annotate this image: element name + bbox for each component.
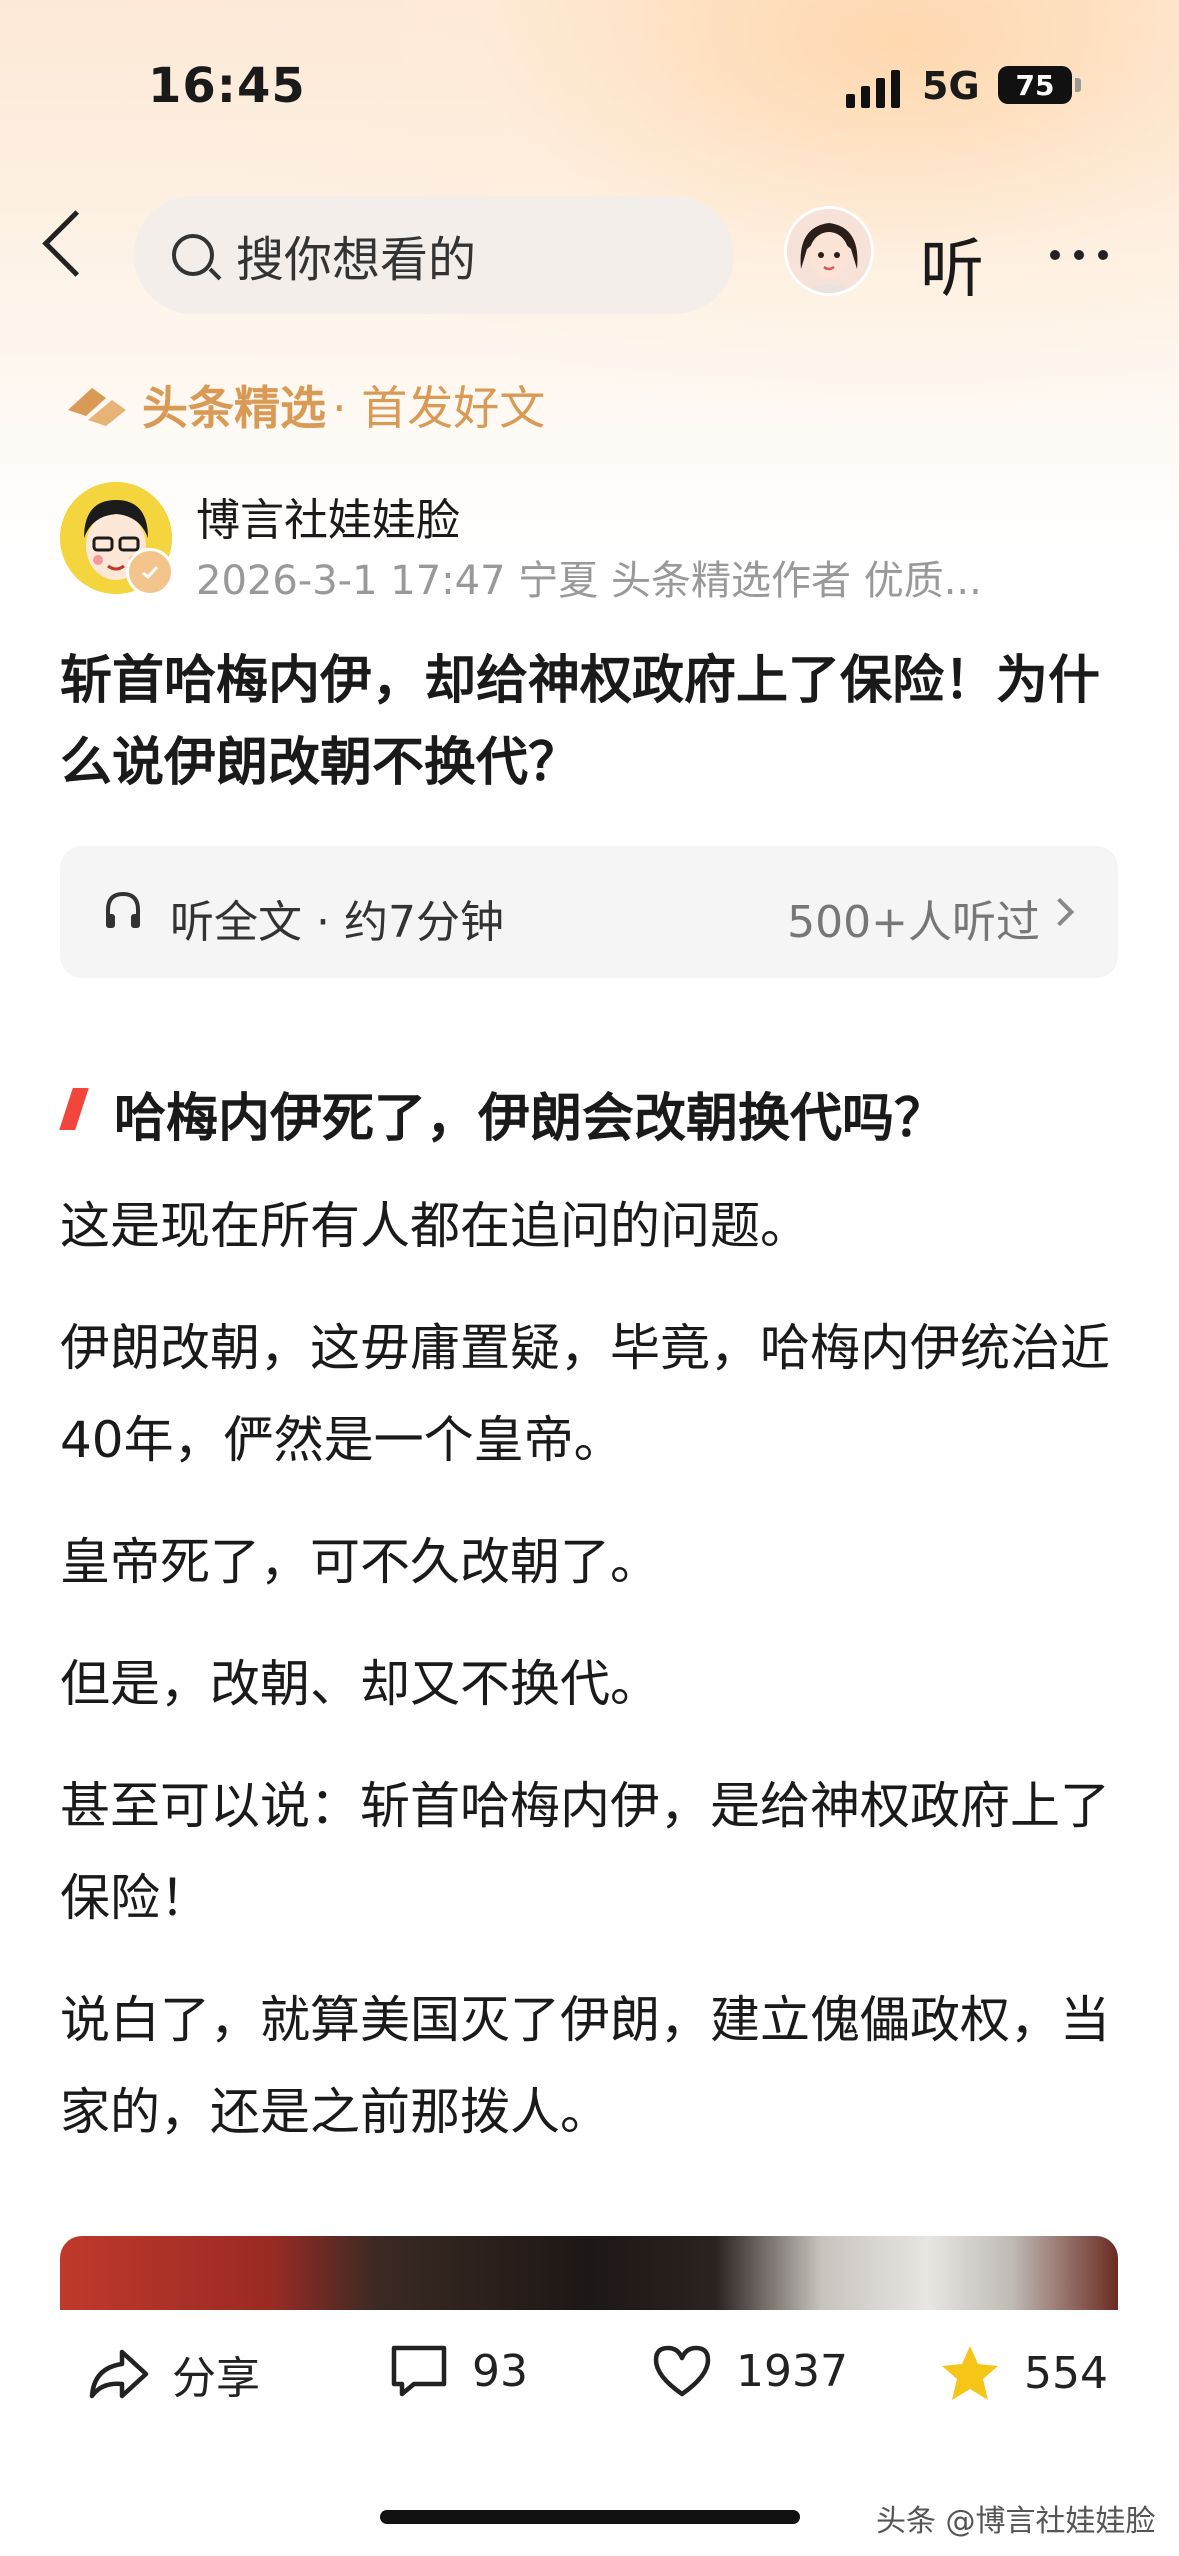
more-icon[interactable] <box>1050 250 1108 260</box>
search-icon <box>172 234 214 276</box>
brand-name: 头条精选 <box>142 381 326 435</box>
toutiao-select-logo-icon <box>68 388 126 426</box>
paragraph: 这是现在所有人都在追问的问题。 <box>60 1197 810 1255</box>
favorite-count: 554 <box>1024 2347 1108 2399</box>
battery-level: 75 <box>1015 68 1055 102</box>
paragraph: 但是，改朝、却又不换代。 <box>60 1655 660 1713</box>
search-placeholder: 搜你想看的 <box>236 232 477 288</box>
comment-button[interactable]: 93 <box>388 2342 528 2400</box>
share-icon <box>89 2349 149 2399</box>
listen-full-card[interactable]: 听全文 · 约7分钟 500+人听过 <box>60 846 1118 978</box>
like-count: 1937 <box>736 2345 848 2397</box>
listen-count: 500+人听过 <box>787 897 1040 948</box>
battery-tip <box>1075 78 1081 92</box>
brand-subtitle: · 首发好文 <box>332 381 546 435</box>
verified-badge-icon <box>126 548 174 596</box>
signal-icon <box>846 70 900 108</box>
section-heading: 哈梅内伊死了，伊朗会改朝换代吗？ <box>114 1089 947 1149</box>
star-icon <box>942 2346 998 2400</box>
like-button[interactable]: 1937 <box>650 2342 848 2400</box>
favorite-button[interactable]: 554 <box>938 2342 1108 2404</box>
search-input[interactable]: 搜你想看的 <box>134 196 734 314</box>
article-body: 这是现在所有人都在追问的问题。 伊朗改朝，这毋庸置疑，毕竟，哈梅内伊统治近40年… <box>60 1180 1120 2188</box>
user-avatar[interactable] <box>784 206 874 296</box>
listen-button[interactable]: 听 <box>920 218 984 310</box>
brand-row: 头条精选 · 首发好文 <box>62 372 545 438</box>
battery-icon: 75 <box>998 66 1072 104</box>
heart-icon <box>653 2345 711 2397</box>
author-name[interactable]: 博言社娃娃脸 <box>196 484 460 548</box>
listen-full-label: 听全文 · 约7分钟 <box>170 897 504 948</box>
network-type: 5G <box>922 64 980 108</box>
share-button[interactable]: 分享 <box>88 2342 260 2406</box>
paragraph: 甚至可以说：斩首哈梅内伊，是给神权政府上了保险！ <box>60 1777 1110 1927</box>
paragraph: 皇帝死了，可不久改朝了。 <box>60 1533 660 1591</box>
chevron-right-icon <box>1045 897 1075 927</box>
article-image[interactable] <box>60 2236 1118 2310</box>
author-meta: 2026-3-1 17:47 宁夏 头条精选作者 优质... <box>196 558 982 604</box>
watermark: 头条 @博言社娃娃脸 <box>876 2504 1156 2539</box>
article-title: 斩首哈梅内伊，却给神权政府上了保险！为什么说伊朗改朝不换代？ <box>60 651 1101 793</box>
comment-icon <box>391 2345 447 2397</box>
share-label: 分享 <box>172 2353 260 2404</box>
section-marker <box>59 1088 89 1130</box>
paragraph: 说白了，就算美国灭了伊朗，建立傀儡政权，当家的，还是之前那拨人。 <box>60 1991 1110 2141</box>
status-time: 16:45 <box>148 58 306 114</box>
paragraph: 伊朗改朝，这毋庸置疑，毕竟，哈梅内伊统治近40年，俨然是一个皇帝。 <box>60 1319 1110 1469</box>
home-indicator[interactable] <box>380 2510 800 2524</box>
headphones-icon <box>106 891 140 928</box>
comment-count: 93 <box>472 2345 528 2397</box>
